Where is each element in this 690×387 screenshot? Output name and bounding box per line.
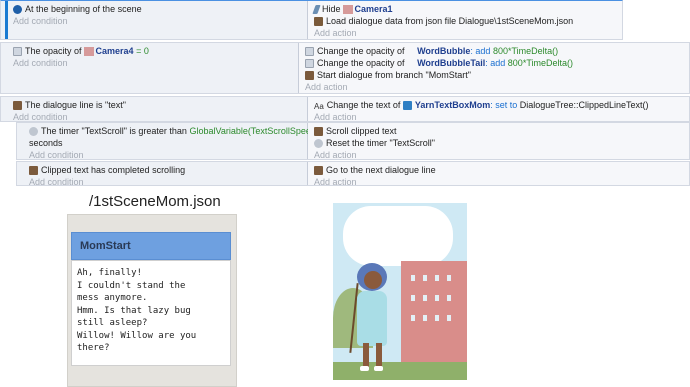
opacity-icon [305,58,314,68]
action-text[interactable]: Load dialogue data from json file Dialog… [326,15,573,27]
add-condition-link[interactable]: Add condition [13,15,303,27]
timer-icon [29,126,38,136]
actions-column[interactable]: Scroll clipped text Reset the timer "Tex… [308,123,689,161]
add-action-link[interactable]: Add action [305,81,685,93]
action-operator: : add [485,58,506,68]
action-text[interactable]: Reset the timer "TextScroll" [326,137,435,149]
dialogue-icon [29,165,38,175]
character-shoe [374,366,383,371]
actions-column[interactable]: Change the opacity of WordBubble: add 80… [299,43,689,93]
action-value[interactable]: 800*TimeDelta() [508,57,573,69]
action-prefix[interactable]: Change the opacity of [317,57,405,69]
word-bubble [343,206,453,266]
condition-suffix: seconds [29,138,63,148]
text-icon: Aa [314,101,324,111]
object-name[interactable]: YarnTextBoxMom [415,99,490,111]
opacity-icon [13,46,22,56]
event-row[interactable]: The dialogue line is "text" Add conditio… [0,96,690,122]
action-operator: : set to [490,100,518,110]
dialogue-body-text: Ah, finally! I couldn't stand the mess a… [71,260,231,366]
action-value[interactable]: 800*TimeDelta() [493,45,558,57]
action-text[interactable]: Go to the next dialogue line [326,164,436,176]
event-sheet: At the beginning of the scene Add condit… [0,0,690,187]
dialogue-icon [314,126,323,136]
dialogue-icon [305,70,314,80]
character-shoe [360,366,369,371]
object-name[interactable]: WordBubbleTail [417,57,485,69]
scene-start-icon [13,4,22,14]
dialogue-preview-panel: MomStart Ah, finally! I couldn't stand t… [67,214,237,387]
action-text[interactable]: Scroll clipped text [326,125,397,137]
condition-text[interactable]: At the beginning of the scene [25,3,142,15]
action-prefix[interactable]: Change the opacity of [317,45,405,57]
character-leg [376,343,382,367]
conditions-column[interactable]: At the beginning of the scene Add condit… [1,1,308,39]
actions-column[interactable]: Go to the next dialogue line Add action [308,162,689,187]
conditions-column[interactable]: The opacity of Camera4 = 0 Add condition [1,43,299,93]
condition-operator: = 0 [136,46,149,56]
actions-column[interactable]: Hide Camera1 Load dialogue data from json… [308,1,622,39]
action-prefix[interactable]: Change the text of [327,99,401,111]
add-condition-link[interactable]: Add condition [29,149,303,161]
character-face [364,271,382,289]
object-name[interactable]: Camera4 [96,45,134,57]
opacity-icon [305,46,314,56]
add-condition-link[interactable]: Add condition [13,57,294,69]
grass-ground [333,362,467,380]
conditions-column[interactable]: The timer "TextScroll" is greater than G… [17,123,319,161]
object-thumbnail-icon [83,46,94,56]
character-leg [363,343,369,367]
game-preview [333,203,467,380]
dialogue-icon [13,100,22,110]
hide-icon [312,4,321,14]
condition-text[interactable]: The dialogue line is "text" [25,99,126,111]
sub-event-row[interactable]: Clipped text has completed scrolling Add… [16,161,690,187]
action-text[interactable]: Start dialogue from branch "MomStart" [317,69,471,81]
action-operator: : add [470,46,491,56]
character-dress [357,291,387,346]
condition-value[interactable]: GlobalVariable(TextScrollSpeed) [189,125,318,137]
condition-prefix[interactable]: The opacity of [25,45,82,57]
timer-icon [314,138,323,148]
object-thumbnail-icon [402,100,412,110]
condition-prefix[interactable]: The timer "TextScroll" is greater than [41,125,187,137]
add-action-link[interactable]: Add action [314,27,618,39]
sub-event-row[interactable]: The timer "TextScroll" is greater than G… [16,122,690,160]
dialogue-branch-title: MomStart [71,232,231,260]
action-value[interactable]: DialogueTree::ClippedLineText() [520,99,649,111]
add-action-link[interactable]: Add action [314,149,685,161]
actions-column[interactable]: Aa Change the text of YarnTextBoxMom: set… [308,97,689,122]
object-thumbnail-icon [342,4,353,14]
object-name[interactable]: Camera1 [355,3,393,15]
dialogue-icon [314,165,323,175]
condition-text[interactable]: Clipped text has completed scrolling [41,164,185,176]
conditions-column[interactable]: The dialogue line is "text" Add conditio… [1,97,308,122]
dialogue-icon [314,16,323,26]
filename-caption: /1stSceneMom.json [89,193,221,210]
object-name[interactable]: WordBubble [417,45,470,57]
event-row[interactable]: The opacity of Camera4 = 0 Add condition … [0,42,690,94]
action-verb[interactable]: Hide [322,3,341,15]
event-row[interactable]: At the beginning of the scene Add condit… [0,0,623,40]
conditions-column[interactable]: Clipped text has completed scrolling Add… [17,162,308,187]
